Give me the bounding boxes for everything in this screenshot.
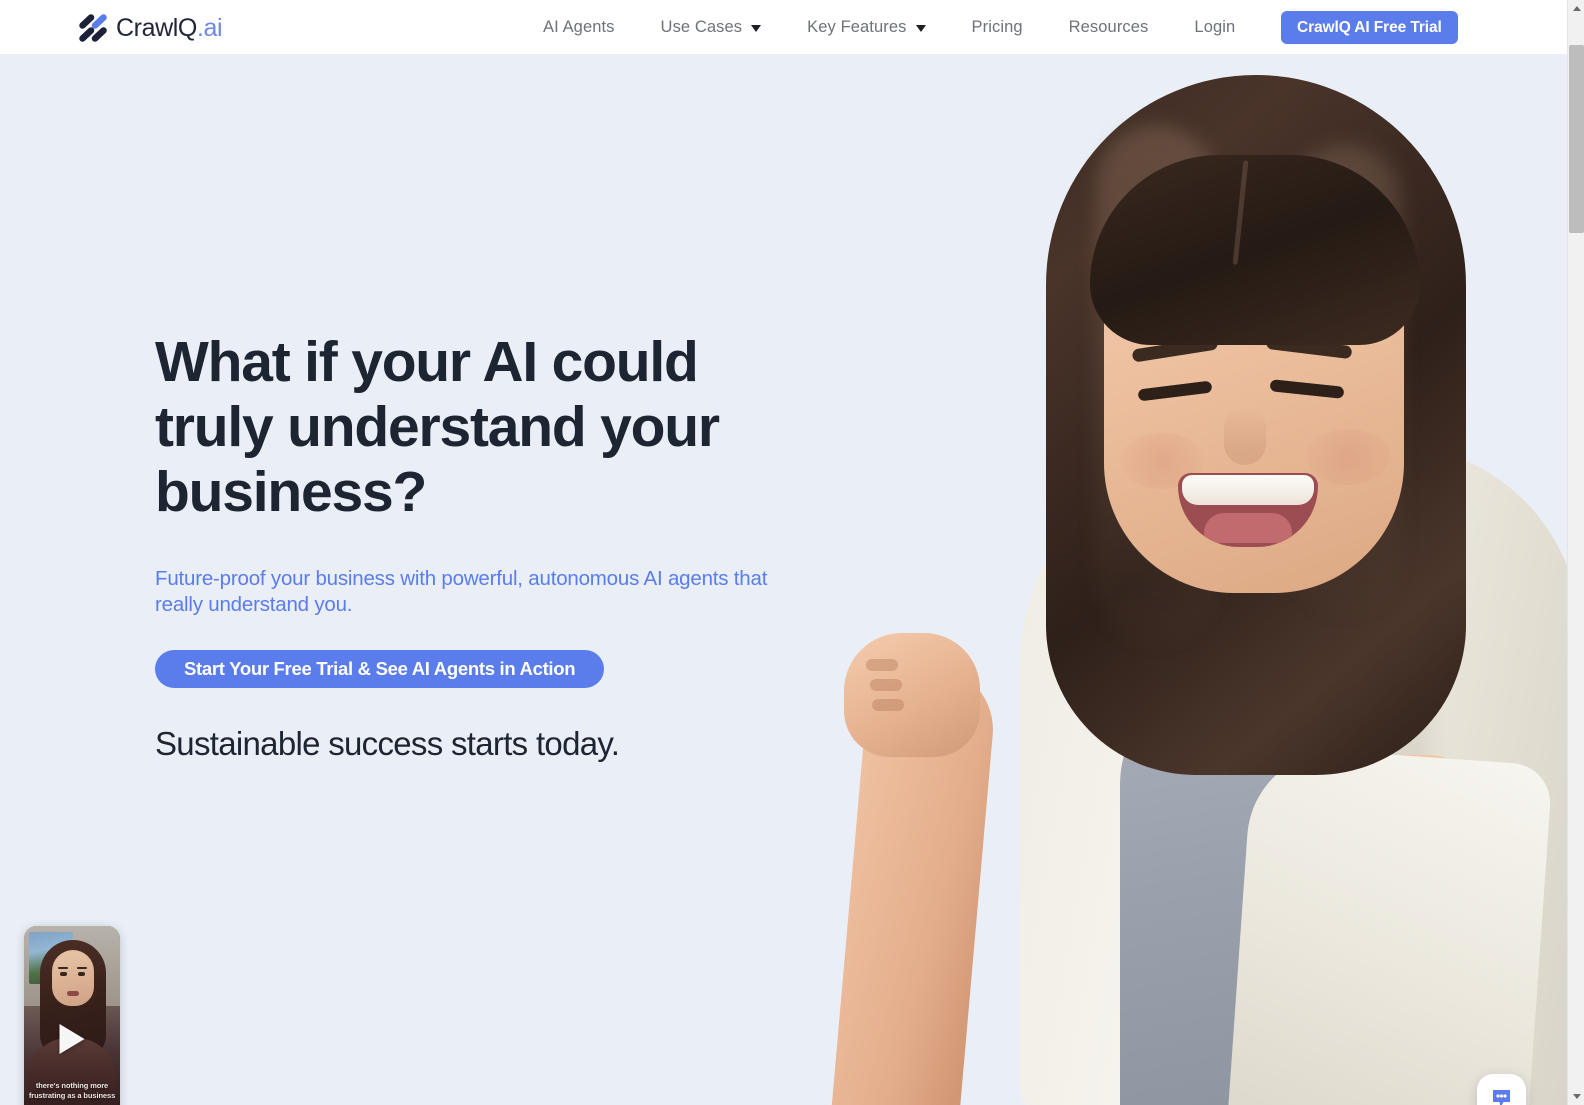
video-caption: there's nothing more frustrating as a bu… <box>28 1081 116 1100</box>
hero-image-teeth <box>1182 475 1314 505</box>
hero-subheadline: Future-proof your business with powerful… <box>155 567 768 616</box>
scrollbar-thumb[interactable] <box>1569 45 1584 233</box>
header-free-trial-button[interactable]: CrawlQ AI Free Trial <box>1281 11 1458 44</box>
page-content: CrawlQ.ai AI Agents Use Cases Key Featur… <box>0 0 1567 1105</box>
scroll-up-button[interactable] <box>1568 0 1584 17</box>
brand-name: CrawlQ.ai <box>116 13 223 42</box>
nav-item-pricing[interactable]: Pricing <box>949 0 1046 55</box>
chat-bubble-icon <box>1493 1090 1510 1105</box>
brand-tld: .ai <box>196 13 223 42</box>
site-header: CrawlQ.ai AI Agents Use Cases Key Featur… <box>0 0 1567 55</box>
chevron-down-icon <box>915 25 926 32</box>
chevron-down-icon <box>751 25 762 32</box>
nav-label: Pricing <box>971 18 1023 36</box>
browser-viewport: CrawlQ.ai AI Agents Use Cases Key Featur… <box>0 0 1584 1105</box>
nav-item-use-cases[interactable]: Use Cases <box>638 0 785 55</box>
hero-image-nose <box>1224 407 1266 465</box>
nav-item-key-features[interactable]: Key Features <box>784 0 948 55</box>
chat-launcher-button[interactable] <box>1477 1074 1526 1105</box>
nav-label: Resources <box>1068 18 1149 36</box>
scroll-down-button[interactable] <box>1568 1088 1584 1105</box>
vertical-scrollbar[interactable] <box>1567 0 1584 1105</box>
video-person-face <box>53 952 93 1006</box>
video-person-brow-right <box>77 967 87 969</box>
nav-item-resources[interactable]: Resources <box>1046 0 1172 55</box>
video-person-brow-left <box>58 967 68 969</box>
hero-headline: What if your AI could truly understand y… <box>155 330 720 524</box>
slanted-bars-logo-icon <box>78 13 114 43</box>
nav-label: Login <box>1194 18 1236 36</box>
hero-image-hair-front <box>1090 155 1420 345</box>
hero-tagline: Sustainable success starts today. <box>155 725 620 762</box>
nav-label: AI Agents <box>543 18 615 36</box>
hero-image-tongue <box>1204 513 1292 543</box>
hero-image-cheek-right <box>1306 429 1390 485</box>
nav-label: Use Cases <box>660 18 743 36</box>
play-icon[interactable] <box>59 1024 85 1054</box>
nav-label: Key Features <box>807 18 907 36</box>
video-person-eye-left <box>60 972 67 976</box>
brand-logo[interactable]: CrawlQ.ai <box>78 10 223 46</box>
nav-item-ai-agents[interactable]: AI Agents <box>520 0 638 55</box>
hero-image-lapel <box>1227 744 1553 1105</box>
hero-copy: What if your AI could truly understand y… <box>155 330 815 763</box>
primary-navigation: AI Agents Use Cases Key Features Pricing… <box>520 0 1258 55</box>
hero-free-trial-button[interactable]: Start Your Free Trial & See AI Agents in… <box>155 650 605 688</box>
floating-video-widget[interactable]: there's nothing more frustrating as a bu… <box>24 926 120 1105</box>
brand-name-text: CrawlQ <box>116 13 197 42</box>
hero-image-left-fist <box>844 633 980 757</box>
nav-item-login[interactable]: Login <box>1171 0 1258 55</box>
hero-image <box>820 55 1567 1105</box>
hero-section: What if your AI could truly understand y… <box>0 55 1567 1105</box>
video-person-eye-right <box>78 972 85 976</box>
video-person-mouth <box>67 991 79 996</box>
